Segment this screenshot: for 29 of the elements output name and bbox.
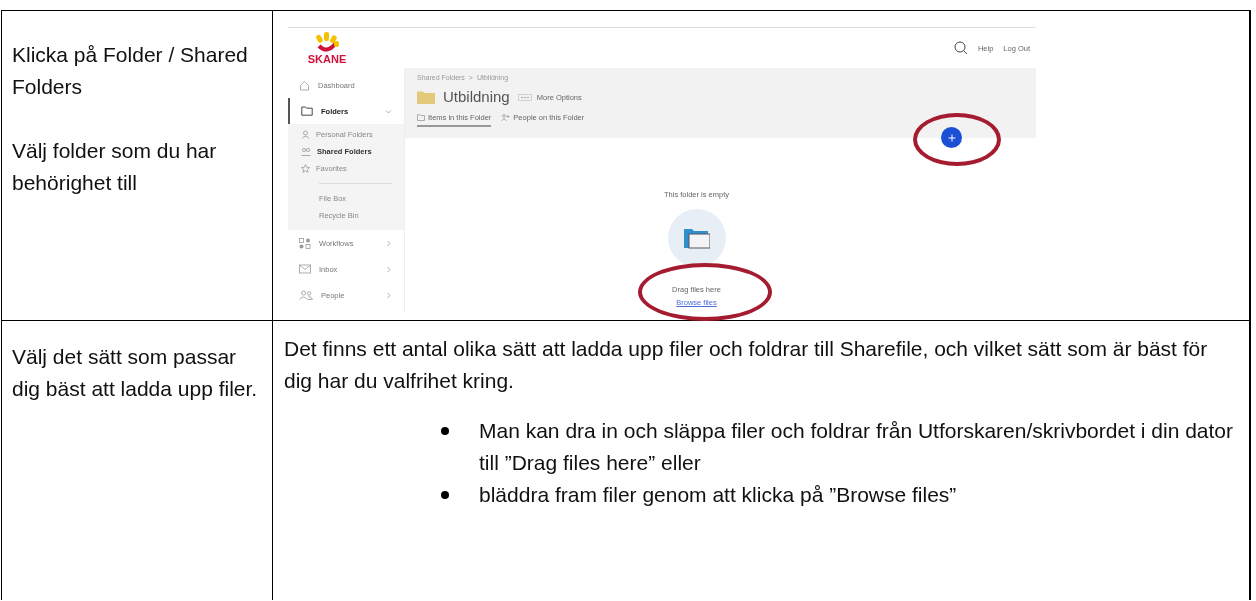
chevron-right-icon <box>385 291 392 299</box>
house-icon <box>299 79 310 91</box>
bullet-icon <box>441 491 449 499</box>
chevron-right-icon <box>385 239 392 247</box>
people-icon <box>501 114 511 122</box>
logo: SKANE <box>305 31 349 65</box>
plus-icon <box>947 133 956 142</box>
folder-outline-icon <box>301 106 313 116</box>
workflow-icon <box>299 237 311 249</box>
people-icon <box>299 290 313 300</box>
instruction-text: Välj folder som du har behörighet till <box>12 138 218 196</box>
folder-icon <box>683 227 710 249</box>
bullet-text: bläddra fram filer genom att klicka på ”Browse files” <box>479 482 957 508</box>
folder-title: Utbildning <box>443 88 510 107</box>
folder-icon <box>417 90 435 105</box>
chevron-down-icon <box>385 107 392 115</box>
instruction-text: Klicka på Folder / Shared Folders <box>12 42 249 100</box>
ellipsis-icon <box>517 93 532 101</box>
instruction-text: Välj det sätt som passar dig bäst att ladda upp filer. <box>12 344 259 402</box>
search-icon <box>953 41 968 55</box>
star-icon <box>301 164 310 173</box>
chevron-right-icon <box>385 265 392 273</box>
envelope-icon <box>299 264 311 274</box>
person-icon <box>301 130 310 139</box>
sun-logo-icon <box>315 31 339 54</box>
folder-outline-icon <box>417 114 425 122</box>
paragraph: Det finns ett antal olika sätt att ladda upp filer och foldrar till Sharefile, och vilket sätt som är bäst för dig har du valfrihet kring. <box>284 336 1209 394</box>
bullet-icon <box>441 427 449 435</box>
people-icon <box>301 147 311 156</box>
